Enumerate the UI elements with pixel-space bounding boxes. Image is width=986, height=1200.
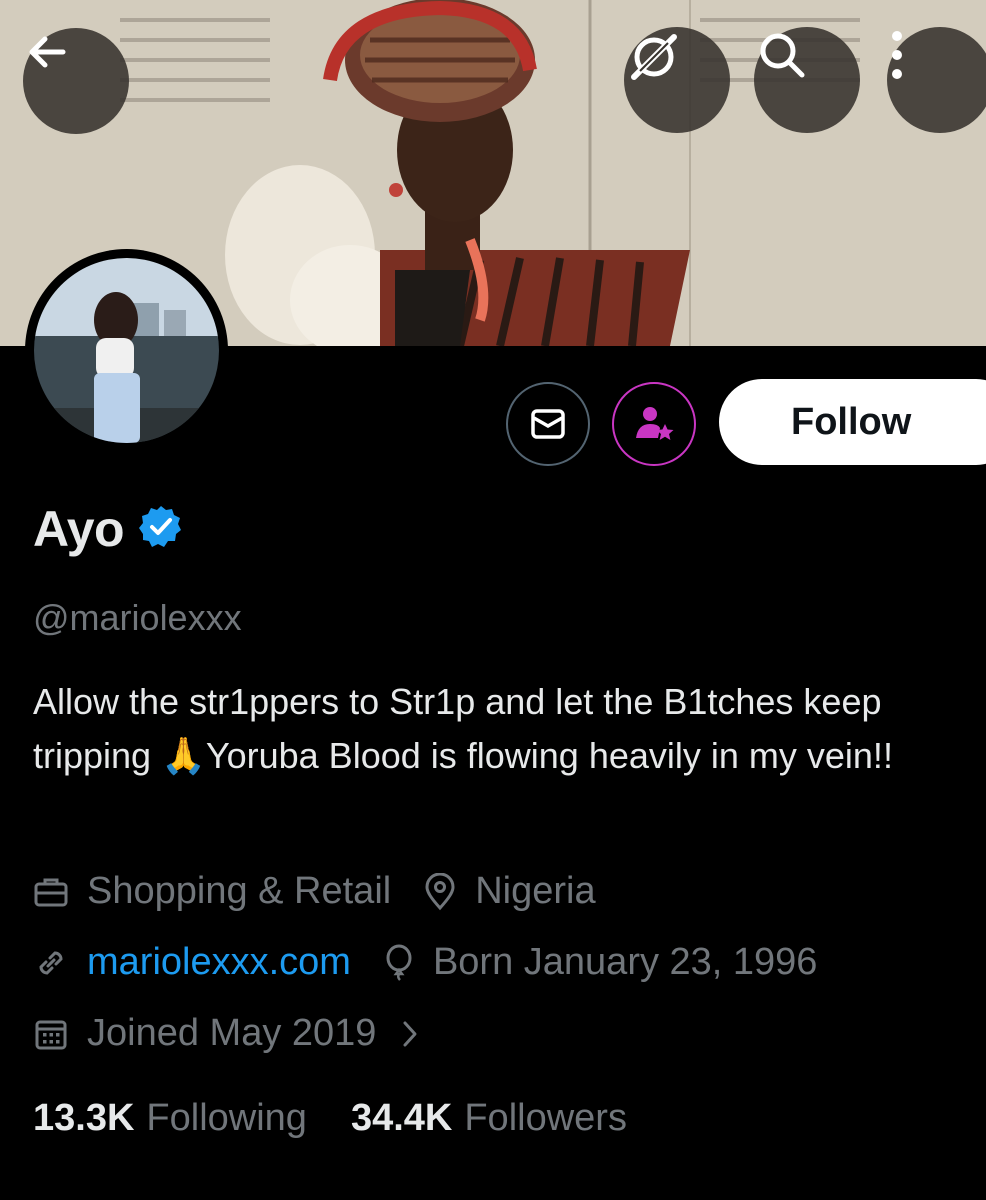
profile-meta-row-3[interactable]: Joined May 2019 [33,1012,420,1055]
follow-button[interactable]: Follow [719,379,986,465]
following-count: 13.3K [33,1097,135,1139]
subscribe-button[interactable] [612,382,696,466]
birthday-text: Born January 23, 1996 [432,941,818,983]
verified-badge-icon[interactable] [138,504,184,555]
profile-meta-row-1: Shopping & Retail Nigeria [33,870,596,913]
search-button[interactable] [754,27,860,133]
chevron-right-icon[interactable] [400,1018,420,1050]
followers-label: Followers [464,1097,627,1139]
location-text: Nigeria [475,870,596,912]
avatar-image [34,258,219,443]
back-button[interactable] [23,28,129,134]
followers-count-link[interactable]: 34.4K Followers [351,1097,627,1140]
location-item: Nigeria [423,870,596,913]
balloon-icon [383,944,415,982]
profile-bio: Allow the str1ppers to Str1p and let the… [33,681,893,776]
grok-button[interactable] [624,27,730,133]
avatar[interactable] [25,249,228,452]
subscribe-icon [636,407,674,440]
message-button[interactable] [506,382,590,466]
profile-name-row: Ayo [33,500,184,558]
follow-counts: 13.3K Following 34.4K Followers [33,1097,627,1140]
briefcase-icon [33,874,69,910]
location-pin-icon [423,872,457,911]
link-icon [33,945,69,981]
followers-count: 34.4K [350,1097,453,1139]
category-text: Shopping & Retail [87,870,392,912]
birthday-item: Born January 23, 1996 [383,941,818,984]
profile-handle: @mariolexxx [33,597,242,638]
more-vertical-icon [892,31,902,79]
following-count-link[interactable]: 13.3K Following [33,1097,307,1140]
website-link[interactable]: mariolexxx.com [87,941,351,984]
envelope-icon [531,409,565,439]
following-label: Following [146,1097,307,1139]
website-item[interactable]: mariolexxx.com [33,941,351,984]
profile-meta-row-2: mariolexxx.com Born January 23, 1996 [33,941,817,984]
back-arrow-icon [29,36,66,68]
category-item: Shopping & Retail [33,870,391,913]
joined-item[interactable]: Joined May 2019 [33,1012,420,1055]
profile-name: Ayo [33,501,125,557]
joined-text: Joined May 2019 [87,1012,377,1054]
grok-icon [631,34,677,80]
search-icon [760,33,805,78]
calendar-icon [33,1016,69,1052]
more-button[interactable] [887,27,986,133]
